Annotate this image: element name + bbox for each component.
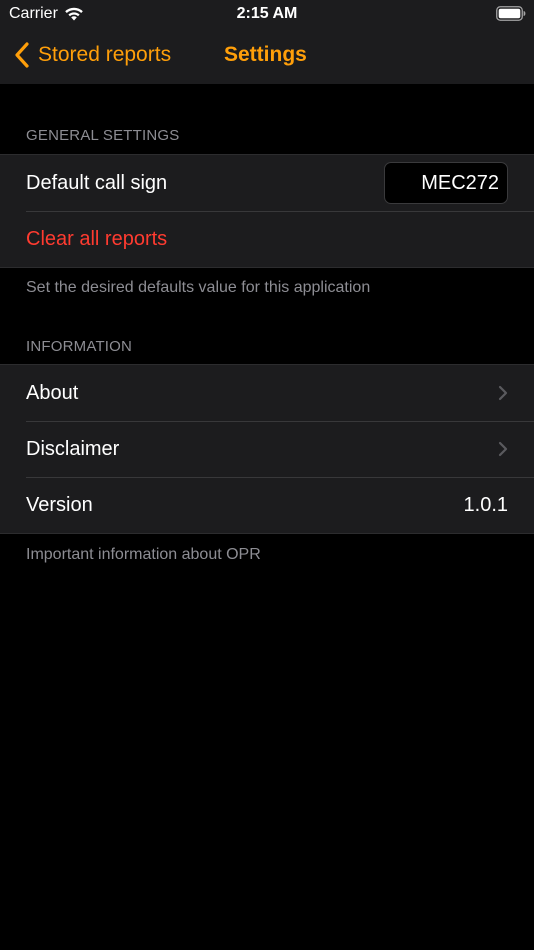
about-row[interactable]: About xyxy=(0,365,534,421)
about-label: About xyxy=(26,381,79,404)
battery-icon xyxy=(496,6,526,21)
clear-all-reports-label: Clear all reports xyxy=(26,227,168,250)
disclaimer-row[interactable]: Disclaimer xyxy=(0,421,534,477)
clear-all-reports-row[interactable]: Clear all reports xyxy=(0,211,534,267)
default-call-sign-row: Default call sign xyxy=(0,155,534,211)
information-footer: Important information about OPR xyxy=(26,546,261,563)
chevron-left-icon xyxy=(15,42,29,68)
chevron-right-icon xyxy=(498,441,508,457)
information-group: About Disclaimer Version 1.0.1 xyxy=(0,364,534,534)
general-settings-header: GENERAL SETTINGS xyxy=(26,127,180,144)
page-title: Settings xyxy=(224,43,307,66)
settings-screen: Carrier 2:15 AM Stored reports Settings xyxy=(0,0,534,950)
chevron-right-icon xyxy=(498,385,508,401)
general-settings-footer: Set the desired defaults value for this … xyxy=(26,279,371,296)
back-button[interactable]: Stored reports xyxy=(14,40,171,70)
top-bar: Carrier 2:15 AM Stored reports Settings xyxy=(0,0,534,84)
general-settings-group: Default call sign Clear all reports xyxy=(0,154,534,268)
version-value: 1.0.1 xyxy=(463,493,508,516)
status-time: 2:15 AM xyxy=(236,5,298,22)
version-label: Version xyxy=(26,493,93,516)
default-call-sign-label: Default call sign xyxy=(26,171,168,194)
disclaimer-label: Disclaimer xyxy=(26,437,120,460)
information-header: INFORMATION xyxy=(26,338,133,355)
version-row: Version 1.0.1 xyxy=(0,477,534,533)
navigation-bar: Stored reports Settings xyxy=(0,28,534,84)
call-sign-input[interactable] xyxy=(384,162,508,204)
status-bar: Carrier 2:15 AM xyxy=(0,0,534,28)
back-button-label: Stored reports xyxy=(38,43,172,66)
